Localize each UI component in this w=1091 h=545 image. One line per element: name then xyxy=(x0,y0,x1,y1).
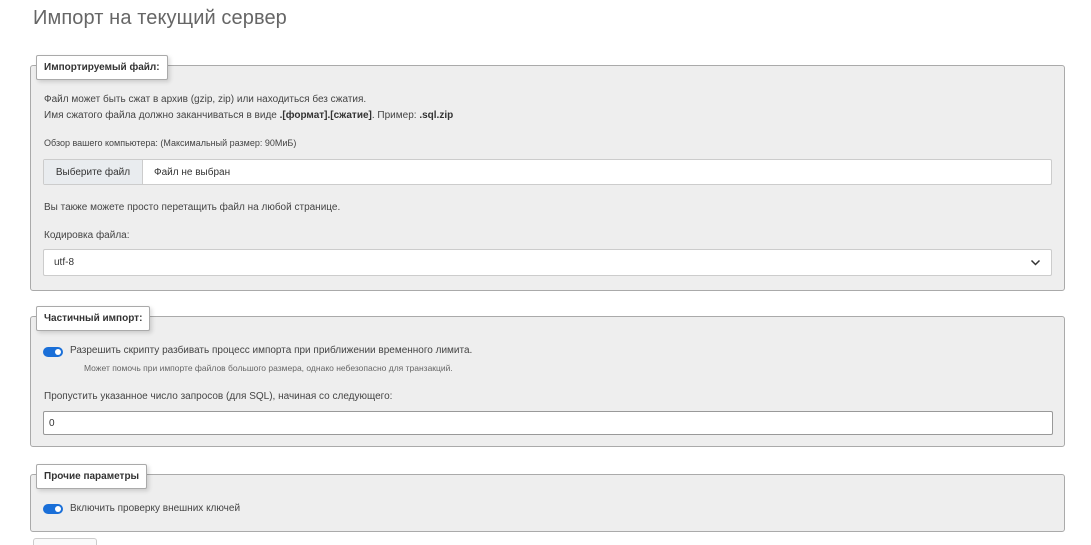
compression-naming-info: Имя сжатого файла должно заканчиваться в… xyxy=(44,110,453,121)
charset-label: Кодировка файла: xyxy=(44,230,130,241)
naming-prefix: Имя сжатого файла должно заканчиваться в… xyxy=(44,110,280,121)
drag-drop-hint: Вы также можете просто перетащить файл н… xyxy=(44,202,341,213)
page-title: Импорт на текущий сервер xyxy=(33,7,287,29)
allow-interrupt-toggle[interactable] xyxy=(43,347,63,357)
naming-example: .sql.zip xyxy=(419,110,454,121)
chevron-down-icon xyxy=(1030,259,1041,266)
toggle-knob xyxy=(55,349,61,355)
partial-import-fieldset: Частичный импорт: Разрешить скрипту разб… xyxy=(30,306,1065,447)
import-file-legend: Импортируемый файл: xyxy=(36,55,168,80)
naming-middle: . Пример: xyxy=(371,110,420,121)
partial-import-legend: Частичный импорт: xyxy=(36,306,151,331)
next-section-stub xyxy=(33,538,97,545)
compression-info: Файл может быть сжат в архив (gzip, zip)… xyxy=(44,94,367,105)
fk-checks-toggle[interactable] xyxy=(43,504,63,514)
fk-checks-label[interactable]: Включить проверку внешних ключей xyxy=(70,503,240,514)
other-options-legend: Прочие параметры xyxy=(36,464,148,489)
naming-format: .[формат].[сжатие] xyxy=(279,110,372,121)
browse-label: Обзор вашего компьютера: (Максимальный р… xyxy=(44,138,297,148)
toggle-knob xyxy=(55,506,61,512)
import-file-fieldset: Импортируемый файл: Файл может быть сжат… xyxy=(30,55,1065,291)
skip-queries-label: Пропустить указанное число запросов (для… xyxy=(44,391,393,402)
charset-selected-value: utf-8 xyxy=(54,257,75,268)
allow-interrupt-label[interactable]: Разрешить скрипту разбивать процесс импо… xyxy=(70,345,472,356)
skip-queries-input[interactable]: 0 xyxy=(43,411,1053,435)
other-options-fieldset: Прочие параметры Включить проверку внешн… xyxy=(30,464,1065,532)
choose-file-button[interactable]: Выберите файл xyxy=(44,160,143,184)
allow-interrupt-hint: Может помочь при импорте файлов большого… xyxy=(84,363,453,373)
file-name-display: Файл не выбран xyxy=(154,166,231,178)
file-input[interactable]: Выберите файл Файл не выбран xyxy=(43,159,1052,185)
charset-select[interactable]: utf-8 xyxy=(43,249,1052,276)
